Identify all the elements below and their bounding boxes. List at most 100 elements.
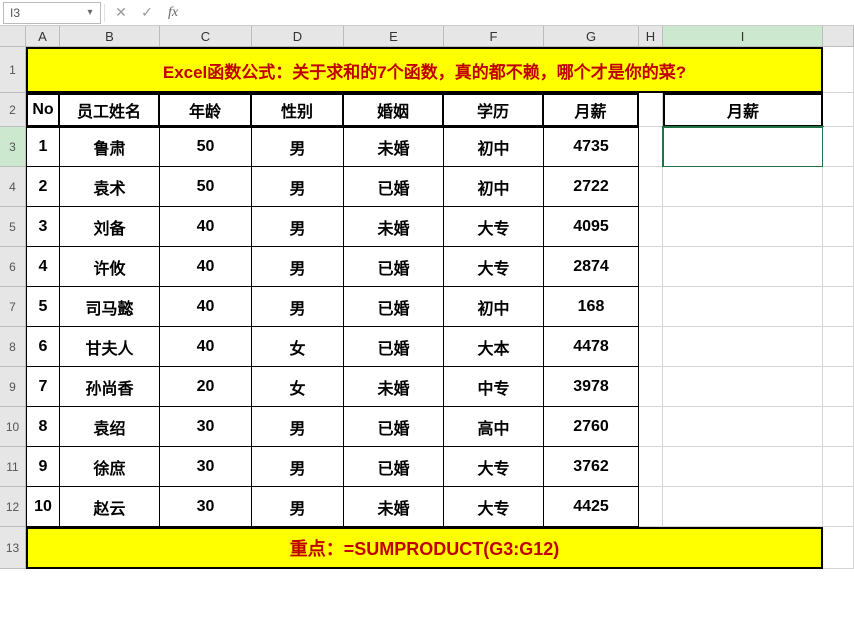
- row-header-6[interactable]: 6: [0, 247, 26, 287]
- cell-age-8[interactable]: 40: [160, 327, 252, 367]
- col-header-extra[interactable]: [823, 26, 854, 47]
- cell-I7[interactable]: [663, 287, 823, 327]
- row-header-1[interactable]: 1: [0, 47, 26, 93]
- row-header-2[interactable]: 2: [0, 93, 26, 127]
- formula-input[interactable]: [189, 0, 854, 25]
- cell-edu-4[interactable]: 初中: [444, 167, 544, 207]
- header-edu[interactable]: 学历: [444, 93, 544, 127]
- cell-no-7[interactable]: 5: [26, 287, 60, 327]
- cell-edu-12[interactable]: 大专: [444, 487, 544, 527]
- cell-I5[interactable]: [663, 207, 823, 247]
- cell-gender-5[interactable]: 男: [252, 207, 344, 247]
- cell-gender-11[interactable]: 男: [252, 447, 344, 487]
- cell-name-7[interactable]: 司马懿: [60, 287, 160, 327]
- cancel-icon[interactable]: ✕: [113, 4, 129, 21]
- cell-no-3[interactable]: 1: [26, 127, 60, 167]
- col-header-G[interactable]: G: [544, 26, 639, 47]
- row-header-5[interactable]: 5: [0, 207, 26, 247]
- header-name[interactable]: 员工姓名: [60, 93, 160, 127]
- cell-age-7[interactable]: 40: [160, 287, 252, 327]
- cell-gender-9[interactable]: 女: [252, 367, 344, 407]
- cell-salary-11[interactable]: 3762: [544, 447, 639, 487]
- row-header-3[interactable]: 3: [0, 127, 26, 167]
- cell-marital-3[interactable]: 未婚: [344, 127, 444, 167]
- cell-salary-12[interactable]: 4425: [544, 487, 639, 527]
- cell-salary-7[interactable]: 168: [544, 287, 639, 327]
- cell-no-10[interactable]: 8: [26, 407, 60, 447]
- cell-edu-10[interactable]: 高中: [444, 407, 544, 447]
- dropdown-icon[interactable]: ▾: [84, 7, 96, 19]
- cell-name-8[interactable]: 甘夫人: [60, 327, 160, 367]
- cell-edu-6[interactable]: 大专: [444, 247, 544, 287]
- cell-name-12[interactable]: 赵云: [60, 487, 160, 527]
- cell-gender-12[interactable]: 男: [252, 487, 344, 527]
- cell-age-4[interactable]: 50: [160, 167, 252, 207]
- cell-no-8[interactable]: 6: [26, 327, 60, 367]
- cell-marital-5[interactable]: 未婚: [344, 207, 444, 247]
- col-header-I[interactable]: I: [663, 26, 823, 47]
- cell-marital-9[interactable]: 未婚: [344, 367, 444, 407]
- cell-name-5[interactable]: 刘备: [60, 207, 160, 247]
- cell-age-3[interactable]: 50: [160, 127, 252, 167]
- cell-no-5[interactable]: 3: [26, 207, 60, 247]
- col-header-C[interactable]: C: [160, 26, 252, 47]
- cell-marital-12[interactable]: 未婚: [344, 487, 444, 527]
- cell-marital-7[interactable]: 已婚: [344, 287, 444, 327]
- select-all-corner[interactable]: [0, 26, 26, 47]
- cell-age-10[interactable]: 30: [160, 407, 252, 447]
- name-box[interactable]: I3 ▾: [3, 2, 101, 24]
- col-header-A[interactable]: A: [26, 26, 60, 47]
- cell-name-9[interactable]: 孙尚香: [60, 367, 160, 407]
- cell-salary-6[interactable]: 2874: [544, 247, 639, 287]
- cell-I10[interactable]: [663, 407, 823, 447]
- cell-edu-8[interactable]: 大本: [444, 327, 544, 367]
- cell-salary-10[interactable]: 2760: [544, 407, 639, 447]
- cell-no-11[interactable]: 9: [26, 447, 60, 487]
- row-header-7[interactable]: 7: [0, 287, 26, 327]
- cell-name-10[interactable]: 袁绍: [60, 407, 160, 447]
- cell-age-11[interactable]: 30: [160, 447, 252, 487]
- header-marital[interactable]: 婚姻: [344, 93, 444, 127]
- col-header-H[interactable]: H: [639, 26, 663, 47]
- cell-marital-11[interactable]: 已婚: [344, 447, 444, 487]
- fx-icon[interactable]: fx: [165, 5, 181, 21]
- row-header-8[interactable]: 8: [0, 327, 26, 367]
- cell-name-6[interactable]: 许攸: [60, 247, 160, 287]
- cell-age-5[interactable]: 40: [160, 207, 252, 247]
- cell-marital-4[interactable]: 已婚: [344, 167, 444, 207]
- cell-marital-10[interactable]: 已婚: [344, 407, 444, 447]
- cell-salary-9[interactable]: 3978: [544, 367, 639, 407]
- row-header-13[interactable]: 13: [0, 527, 26, 569]
- cell-edu-9[interactable]: 中专: [444, 367, 544, 407]
- cell-edu-3[interactable]: 初中: [444, 127, 544, 167]
- header-salary-right[interactable]: 月薪: [663, 93, 823, 127]
- cell-no-12[interactable]: 10: [26, 487, 60, 527]
- cell-I11[interactable]: [663, 447, 823, 487]
- header-gender[interactable]: 性别: [252, 93, 344, 127]
- spreadsheet-grid[interactable]: ABCDEFGHI1Excel函数公式：关于求和的7个函数，真的都不赖，哪个才是…: [0, 26, 854, 569]
- cell-gender-10[interactable]: 男: [252, 407, 344, 447]
- cell-salary-4[interactable]: 2722: [544, 167, 639, 207]
- cell-no-4[interactable]: 2: [26, 167, 60, 207]
- cell-I6[interactable]: [663, 247, 823, 287]
- cell-name-11[interactable]: 徐庶: [60, 447, 160, 487]
- row-header-9[interactable]: 9: [0, 367, 26, 407]
- row-header-10[interactable]: 10: [0, 407, 26, 447]
- cell-age-12[interactable]: 30: [160, 487, 252, 527]
- header-age[interactable]: 年龄: [160, 93, 252, 127]
- cell-edu-7[interactable]: 初中: [444, 287, 544, 327]
- cell-marital-8[interactable]: 已婚: [344, 327, 444, 367]
- cell-edu-11[interactable]: 大专: [444, 447, 544, 487]
- cell-salary-5[interactable]: 4095: [544, 207, 639, 247]
- cell-I9[interactable]: [663, 367, 823, 407]
- cell-gender-7[interactable]: 男: [252, 287, 344, 327]
- cell-I4[interactable]: [663, 167, 823, 207]
- confirm-icon[interactable]: ✓: [139, 4, 155, 21]
- cell-salary-3[interactable]: 4735: [544, 127, 639, 167]
- cell-edu-5[interactable]: 大专: [444, 207, 544, 247]
- cell-I8[interactable]: [663, 327, 823, 367]
- cell-marital-6[interactable]: 已婚: [344, 247, 444, 287]
- col-header-D[interactable]: D: [252, 26, 344, 47]
- cell-name-3[interactable]: 鲁肃: [60, 127, 160, 167]
- cell-gender-6[interactable]: 男: [252, 247, 344, 287]
